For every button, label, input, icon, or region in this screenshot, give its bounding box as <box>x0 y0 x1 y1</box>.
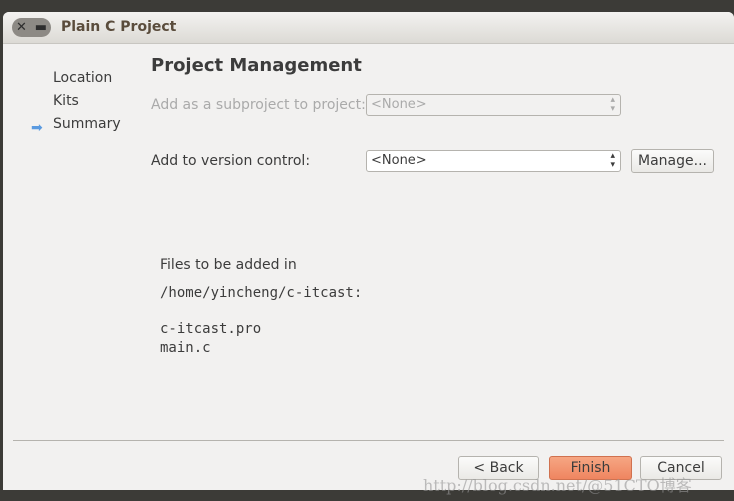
step-kits: Kits <box>53 93 79 109</box>
version-control-value: <None> <box>371 153 427 168</box>
wizard-steps: Location Kits ➡ Summary <box>31 70 121 139</box>
spinner-icon: ▴ ▾ <box>610 151 615 170</box>
page-title: Project Management <box>151 55 362 76</box>
watermark: http://blog.csdn.net/@51CTO博客 <box>423 476 692 495</box>
manage-button[interactable]: Manage... <box>631 149 714 173</box>
version-control-label: Add to version control: <box>151 153 311 169</box>
file-item: c-itcast.pro <box>160 321 262 337</box>
window-title: Plain C Project <box>61 19 177 35</box>
subproject-combo: <None> ▴ ▾ <box>366 94 621 116</box>
files-intro: Files to be added in <box>160 257 297 273</box>
file-item: main.c <box>160 340 211 356</box>
window-controls: ✕ ▬ <box>12 18 51 37</box>
separator <box>13 440 724 441</box>
wizard-window: ✕ ▬ Plain C Project Location Kits ➡ Summar… <box>3 12 734 490</box>
step-summary: ➡ Summary <box>31 116 121 139</box>
files-directory: /home/yincheng/c-itcast: <box>160 285 363 301</box>
arrow-right-icon: ➡ <box>31 120 43 136</box>
close-icon[interactable]: ✕ <box>16 20 27 35</box>
maximize-icon[interactable]: ▬ <box>35 20 47 35</box>
subproject-value: <None> <box>371 97 427 112</box>
step-location: Location <box>53 70 113 86</box>
title-bar: ✕ ▬ Plain C Project <box>3 12 734 44</box>
spinner-icon: ▴ ▾ <box>610 95 615 114</box>
version-control-combo[interactable]: <None> ▴ ▾ <box>366 150 621 172</box>
subproject-label: Add as a subproject to project: <box>151 97 366 113</box>
step-summary-label: Summary <box>53 116 121 132</box>
